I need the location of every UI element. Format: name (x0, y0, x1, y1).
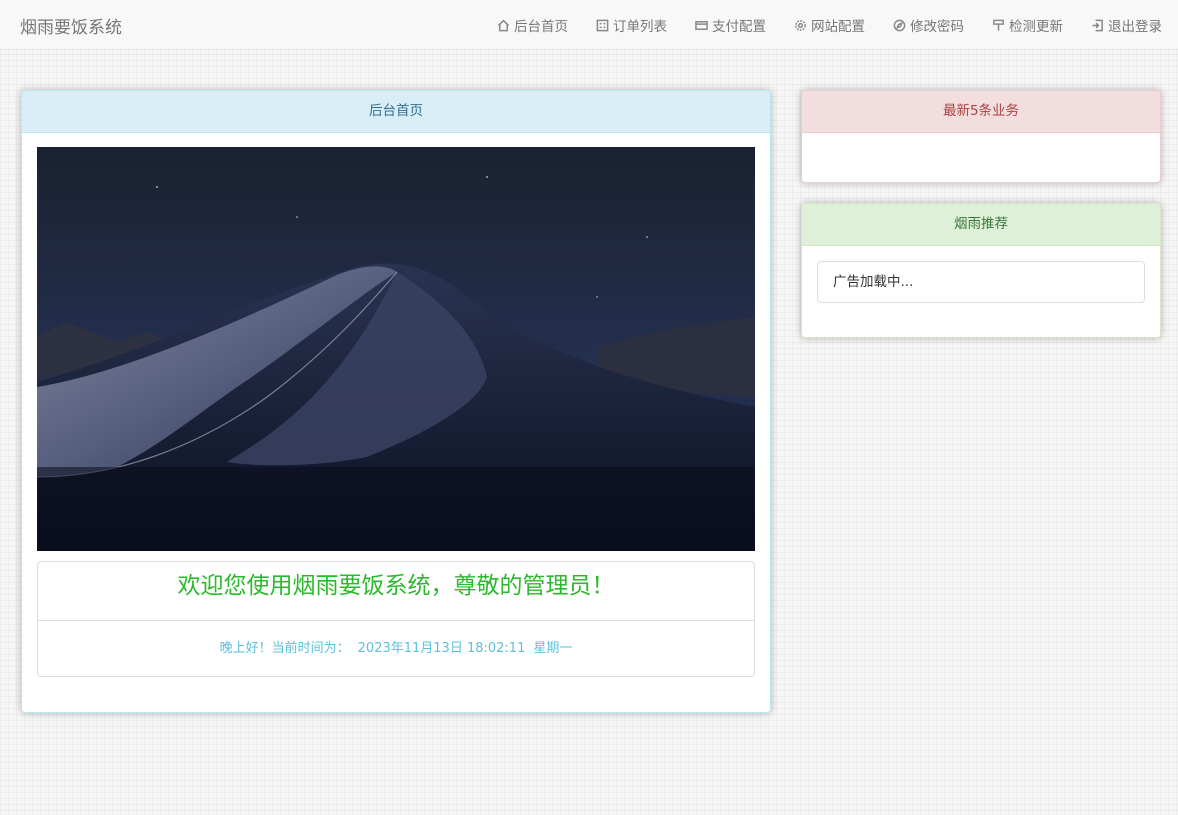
ad-placeholder: 广告加载中... (817, 261, 1145, 303)
nav-item-orders[interactable]: 订单列表 (596, 15, 667, 35)
nav-item-site-config[interactable]: 网站配置 (794, 15, 865, 35)
nav-item-label: 订单列表 (613, 19, 667, 35)
weekday-text: 星期一 (533, 641, 573, 656)
brush-icon (993, 19, 1004, 31)
credit-card-icon (695, 20, 708, 30)
logout-icon (1092, 19, 1103, 31)
home-icon (497, 19, 510, 31)
compass-icon (893, 19, 906, 31)
nav-item-payment[interactable]: 支付配置 (695, 15, 766, 35)
current-time-line: 晚上好！当前时间为： 2023年11月13日 18:02:11 星期一 (38, 621, 754, 677)
nav-item-check-update[interactable]: 检测更新 (992, 15, 1063, 35)
welcome-box: 欢迎您使用烟雨要饭系统，尊敬的管理员！ 晚上好！当前时间为： 2023年11月13… (37, 561, 755, 677)
nav-item-label: 网站配置 (811, 19, 865, 35)
nav-item-label: 退出登录 (1108, 19, 1162, 35)
nav-item-label: 检测更新 (1009, 19, 1063, 35)
top-navbar: 烟雨要饭系统 后台首页 订单列表 支付配置 网站配置 修改密码 检测更新 退出登… (0, 0, 1178, 50)
welcome-message: 欢迎您使用烟雨要饭系统，尊敬的管理员！ (38, 562, 754, 621)
nav-item-label: 修改密码 (910, 19, 964, 35)
recommend-heading: 烟雨推荐 (802, 204, 1160, 246)
brand-title[interactable]: 烟雨要饭系统 (20, 13, 122, 38)
desert-wallpaper-image (37, 147, 755, 551)
nav-item-label: 后台首页 (514, 19, 568, 35)
datetime-text: 2023年11月13日 18:02:11 (357, 641, 526, 656)
list-icon (596, 19, 609, 31)
nav-item-change-password[interactable]: 修改密码 (893, 15, 964, 35)
nav-item-logout[interactable]: 退出登录 (1091, 15, 1162, 35)
main-panel-heading: 后台首页 (22, 91, 770, 133)
dune-illustration (37, 147, 755, 551)
greeting-text: 晚上好！当前时间为： (219, 641, 350, 656)
nav-item-label: 支付配置 (712, 19, 766, 35)
nav-item-home[interactable]: 后台首页 (497, 15, 568, 35)
main-panel: 后台首页 欢迎您使用烟雨要饭系统，尊敬的管理员！ 晚上好！当前时间为： 2023… (21, 90, 771, 713)
recommend-panel: 烟雨推荐 广告加载中... (801, 203, 1161, 338)
latest-business-heading: 最新5条业务 (802, 91, 1160, 133)
nav-menu: 后台首页 订单列表 支付配置 网站配置 修改密码 检测更新 退出登录 (469, 0, 1162, 50)
gear-icon (795, 19, 806, 31)
latest-business-panel: 最新5条业务 (801, 90, 1161, 183)
